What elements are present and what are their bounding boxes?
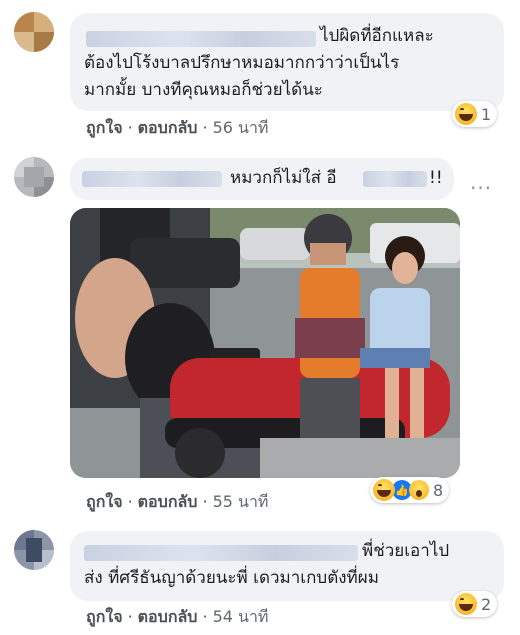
comment-1-line-1: ไปผิดที่อีกแหละ — [320, 26, 434, 46]
name-redacted — [363, 171, 427, 187]
reaction-count: 8 — [433, 480, 444, 500]
comment-2-reactions[interactable]: 👍 8 — [370, 477, 450, 503]
timestamp[interactable]: 54 นาที — [213, 607, 269, 626]
timestamp[interactable]: 56 นาที — [213, 118, 269, 137]
comment-3-actions: ถูกใจ · ตอบกลับ · 54 นาที — [86, 605, 268, 630]
separator-dot: · — [202, 118, 208, 137]
haha-icon — [455, 103, 477, 125]
commenter-1-avatar[interactable] — [14, 12, 54, 52]
reply-link[interactable]: ตอบกลับ — [138, 118, 198, 137]
commenter-1-name-redacted[interactable] — [86, 31, 316, 47]
comment-3-bubble: พี่ช่วยเอาไป ส่ง ที่ศรีธันญาด้วยนะพี่ เด… — [70, 531, 504, 601]
wow-icon — [409, 480, 429, 500]
reply-link[interactable]: ตอบกลับ — [138, 607, 198, 626]
timestamp[interactable]: 55 นาที — [213, 492, 269, 511]
comment-3-line-2: ส่ง ที่ศรีธันญาด้วยนะพี่ เดวมาเกบตังที่ผ… — [84, 568, 379, 588]
comment-1-reactions[interactable]: 1 — [452, 101, 498, 127]
separator-dot: · — [127, 492, 133, 511]
reaction-count: 1 — [481, 104, 492, 124]
reply-link[interactable]: ตอบกลับ — [138, 492, 198, 511]
comment-2-bubble: หมวกก็ไม่ใส่ อี !! — [70, 158, 454, 200]
reaction-count: 2 — [481, 594, 492, 614]
commenter-3-avatar[interactable] — [14, 530, 54, 570]
commenter-2-avatar[interactable] — [14, 157, 54, 197]
comment-2-photo[interactable] — [70, 208, 460, 478]
comment-1-actions: ถูกใจ · ตอบกลับ · 56 นาที — [86, 116, 268, 141]
more-options-icon[interactable]: ··· — [470, 176, 492, 200]
haha-icon — [373, 479, 395, 501]
comment-1-bubble: ไปผิดที่อีกแหละ ต้องไปโร้งบาลปรึกษาหมอมา… — [70, 13, 504, 111]
comment-2-actions: ถูกใจ · ตอบกลับ · 55 นาที — [86, 490, 268, 515]
separator-dot: · — [202, 607, 208, 626]
comment-2-line-1: หมวกก็ไม่ใส่ อี — [230, 168, 337, 188]
separator-dot: · — [202, 492, 208, 511]
like-link[interactable]: ถูกใจ — [86, 607, 123, 626]
comment-1-line-3: มากมั้ย บางทีคุณหมอก็ช่วยได้นะ — [84, 80, 323, 100]
haha-icon — [455, 593, 477, 615]
separator-dot: · — [127, 118, 133, 137]
comment-2-line-1-end: !! — [429, 168, 443, 188]
like-link[interactable]: ถูกใจ — [86, 492, 123, 511]
separator-dot: · — [127, 607, 133, 626]
commenter-3-name-redacted[interactable] — [84, 545, 358, 561]
like-link[interactable]: ถูกใจ — [86, 118, 123, 137]
comment-3-reactions[interactable]: 2 — [452, 591, 498, 617]
commenter-2-name-redacted[interactable] — [82, 171, 222, 187]
comment-3-line-1: พี่ช่วยเอาไป — [362, 541, 450, 561]
comment-1-line-2: ต้องไปโร้งบาลปรึกษาหมอมากกว่าว่าเป็นไร — [84, 53, 400, 73]
